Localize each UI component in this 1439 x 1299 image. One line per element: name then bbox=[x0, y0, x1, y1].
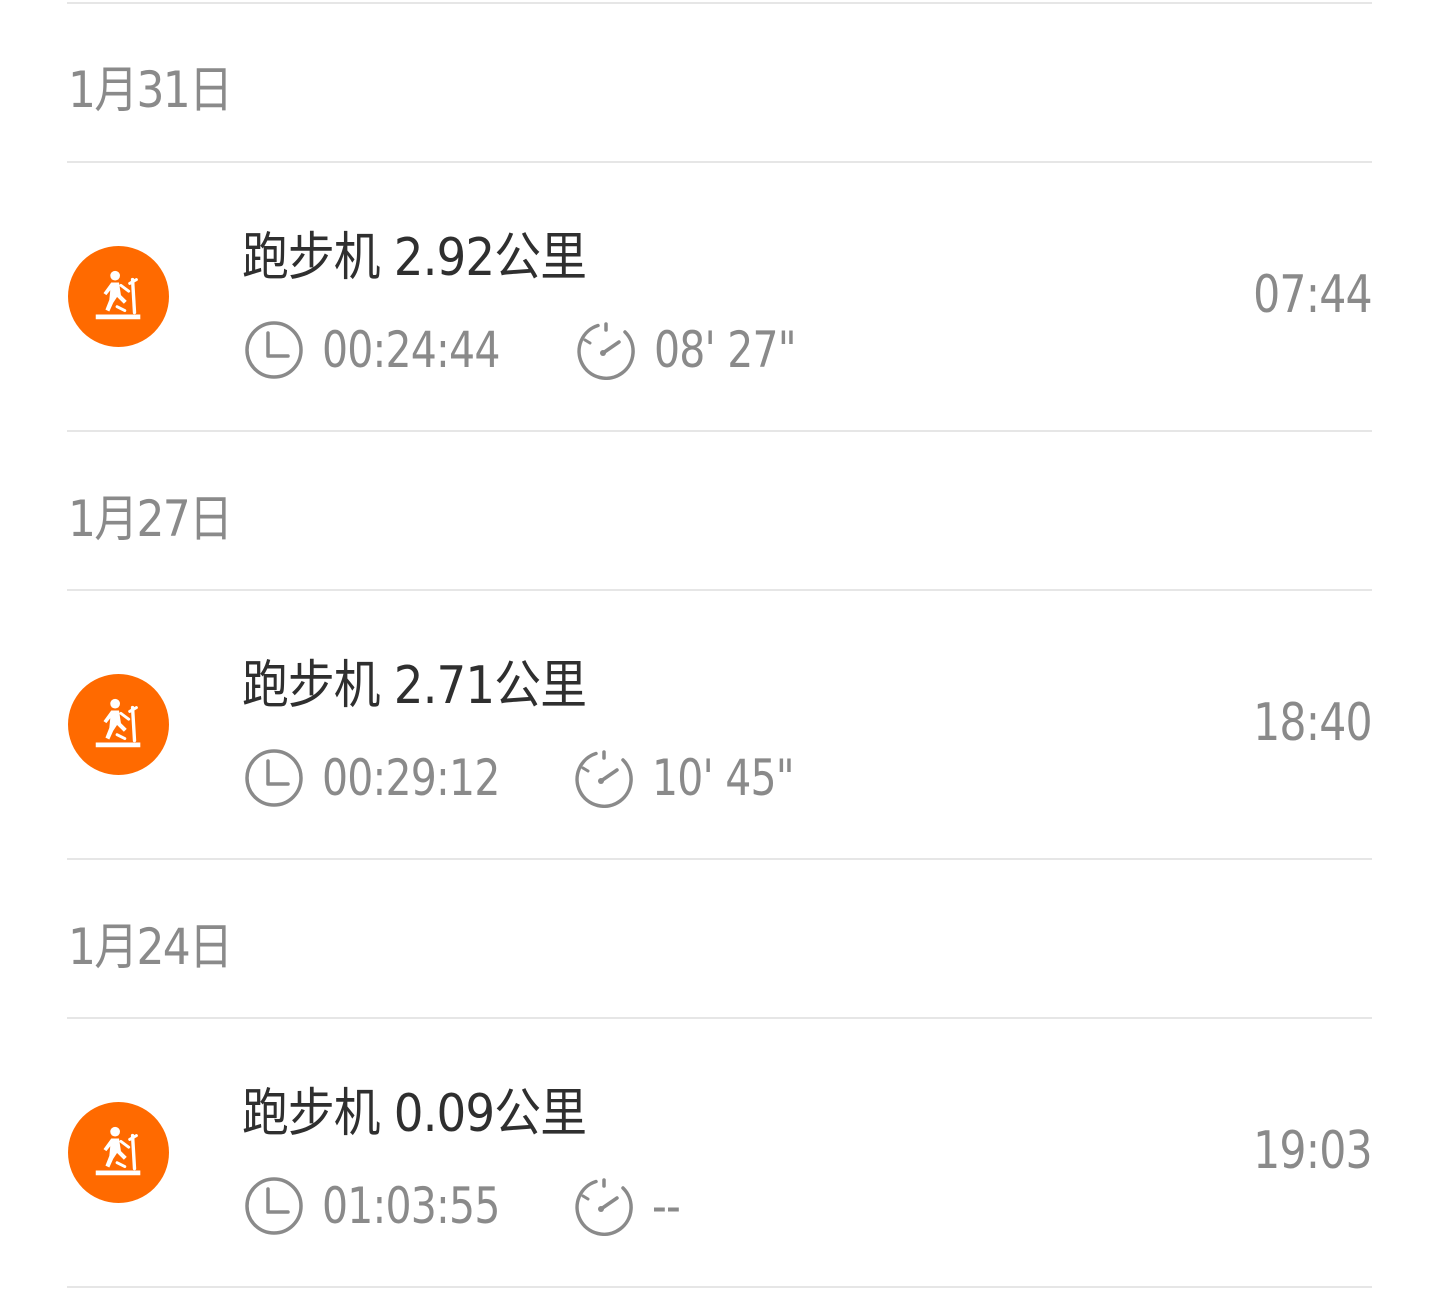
activity-name: 跑步机 bbox=[242, 228, 381, 288]
clock-icon bbox=[245, 749, 303, 807]
workout-entry[interactable]: 跑步机 0.09公里 01:03:55 -- 19:03 bbox=[0, 1019, 1439, 1285]
entry-time: 07:44 bbox=[1253, 265, 1373, 325]
pace-stat: 10' 45" bbox=[574, 748, 825, 808]
date-header: 1月24日 bbox=[68, 918, 233, 976]
speedometer-icon bbox=[575, 750, 633, 808]
entry-time: 19:03 bbox=[1253, 1121, 1373, 1181]
pace-stat: 08' 27" bbox=[576, 320, 827, 380]
workout-title: 跑步机 0.09公里 bbox=[242, 1071, 587, 1146]
workout-title: 跑步机 2.71公里 bbox=[242, 643, 587, 718]
pace-value: 10' 45" bbox=[652, 749, 795, 807]
duration-stat: 00:24:44 bbox=[244, 320, 539, 380]
divider bbox=[67, 1286, 1372, 1288]
duration-value: 00:24:44 bbox=[322, 321, 500, 379]
pace-value: -- bbox=[652, 1177, 681, 1235]
treadmill-icon bbox=[68, 246, 169, 347]
duration-stat: 00:29:12 bbox=[244, 748, 539, 808]
divider bbox=[67, 430, 1372, 432]
divider bbox=[67, 858, 1372, 860]
clock-icon bbox=[245, 1177, 303, 1235]
distance-value: 2.71公里 bbox=[393, 656, 587, 716]
treadmill-icon bbox=[68, 674, 169, 775]
duration-value: 01:03:55 bbox=[322, 1177, 500, 1235]
activity-name: 跑步机 bbox=[242, 1084, 381, 1144]
entry-time: 18:40 bbox=[1253, 693, 1373, 753]
treadmill-icon bbox=[68, 1102, 169, 1203]
workout-entry[interactable]: 跑步机 2.92公里 00:24:44 08' 27" 07:44 bbox=[0, 163, 1439, 429]
distance-value: 2.92公里 bbox=[393, 228, 587, 288]
workout-title: 跑步机 2.92公里 bbox=[242, 215, 587, 290]
distance-value: 0.09公里 bbox=[393, 1084, 587, 1144]
workout-entry[interactable]: 跑步机 2.71公里 00:29:12 10' 45" 18:40 bbox=[0, 591, 1439, 857]
date-header: 1月31日 bbox=[68, 61, 233, 119]
date-header: 1月27日 bbox=[68, 490, 233, 548]
divider bbox=[67, 2, 1372, 4]
speedometer-icon bbox=[577, 322, 635, 380]
duration-stat: 01:03:55 bbox=[244, 1176, 539, 1236]
speedometer-icon bbox=[575, 1178, 633, 1236]
duration-value: 00:29:12 bbox=[322, 749, 500, 807]
pace-stat: -- bbox=[574, 1176, 686, 1236]
activity-name: 跑步机 bbox=[242, 656, 381, 716]
pace-value: 08' 27" bbox=[654, 321, 797, 379]
clock-icon bbox=[245, 321, 303, 379]
